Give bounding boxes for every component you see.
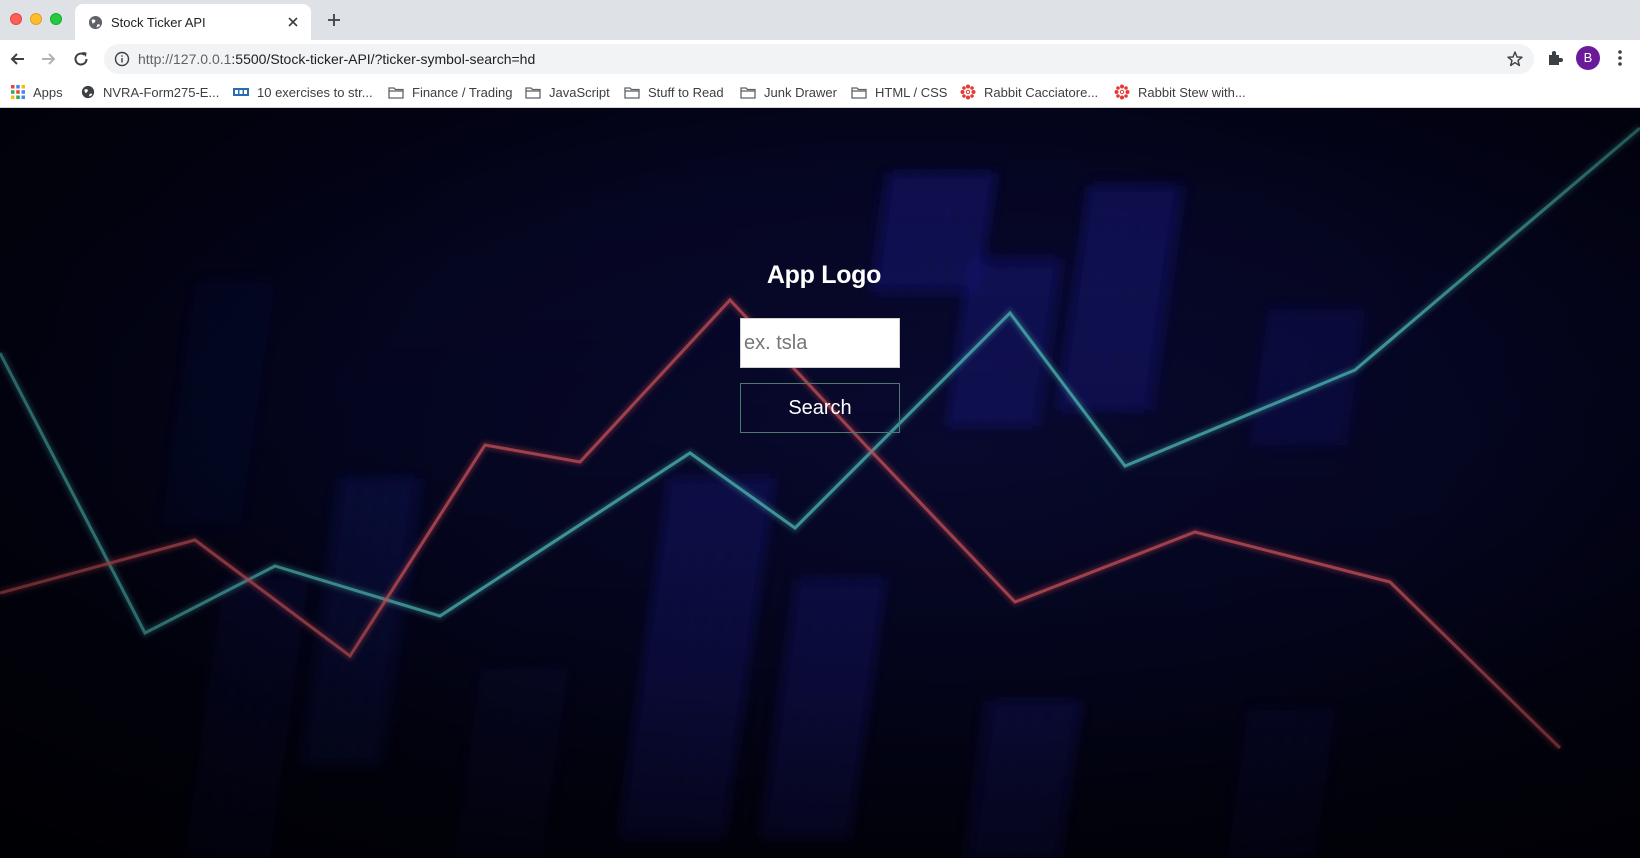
bookmark-rabbit-cacciatore[interactable]: Rabbit Cacciatore... [960,81,1098,103]
globe-icon [81,85,95,99]
bookmark-label: Apps [33,84,63,100]
folder-icon [388,86,404,99]
new-tab-icon[interactable] [326,12,342,28]
address-bar[interactable]: http://127.0.0.1:5500/Stock-ticker-API/?… [104,44,1534,74]
bookmark-label: Stuff to Read [648,84,724,100]
bookmark-label: NVRA-Form275-E... [103,84,220,100]
app-logo-text: App Logo [766,261,882,289]
minimize-window-button[interactable] [30,13,42,25]
search-button[interactable]: Search [740,383,900,433]
page-content: App Logo Search [0,108,1640,858]
bookmark-folder-junk-drawer[interactable]: Junk Drawer [740,81,837,103]
bookmark-rabbit-stew[interactable]: Rabbit Stew with... [1114,81,1246,103]
bookmark-label: 10 exercises to str... [257,84,373,100]
bookmark-label: HTML / CSS [875,84,948,100]
profile-avatar[interactable]: B [1576,46,1600,70]
bookmark-star-icon[interactable] [1506,50,1524,68]
ticker-search-input[interactable] [740,318,900,368]
close-window-button[interactable] [10,13,22,25]
tab-title: Stock Ticker API [111,15,206,30]
bookmark-folder-finance[interactable]: Finance / Trading [388,81,512,103]
globe-icon [88,15,103,30]
close-tab-icon[interactable] [285,14,301,30]
recipe-favicon-icon [960,84,976,100]
stock-chart-background-image [0,108,1640,858]
info-icon[interactable] [114,51,130,67]
recipe-favicon-icon [1114,84,1130,100]
bookmark-label: Finance / Trading [412,84,513,100]
bookmarks-bar: Apps NVRA-Form275-E... 10 exercises to s… [0,77,1640,108]
reload-icon[interactable] [71,49,91,69]
url-text[interactable]: http://127.0.0.1:5500/Stock-ticker-API/?… [138,51,535,67]
app-logo: App Logo [0,261,1640,290]
bookmark-folder-javascript[interactable]: JavaScript [525,81,610,103]
bookmark-apps[interactable]: Apps [11,81,63,103]
maximize-window-button[interactable] [50,13,62,25]
url-host: http://127.0.0.1 [138,51,232,67]
bookmark-label: Rabbit Stew with... [1138,84,1246,100]
folder-icon [624,86,640,99]
bookmark-label: Junk Drawer [764,84,837,100]
bookmark-nvra-form[interactable]: NVRA-Form275-E... [81,81,219,103]
back-arrow-icon[interactable] [8,49,28,69]
folder-icon [851,86,867,99]
bookmark-10-exercises[interactable]: 10 exercises to str... [233,81,373,103]
extensions-puzzle-icon[interactable] [1545,48,1565,68]
apps-grid-icon [11,85,25,99]
bookmark-label: Rabbit Cacciatore... [984,84,1099,100]
kebab-menu-icon[interactable] [1612,48,1628,68]
bookmark-folder-stuff-to-read[interactable]: Stuff to Read [624,81,724,103]
url-path: :5500/Stock-ticker-API/?ticker-symbol-se… [231,51,536,67]
browser-tab-active[interactable]: Stock Ticker API [75,4,311,40]
bookmark-folder-html-css[interactable]: HTML / CSS [851,81,947,103]
site-favicon-icon [233,88,249,96]
browser-tab-strip: Stock Ticker API [0,0,1640,40]
folder-icon [740,86,756,99]
bookmark-label: JavaScript [549,84,610,100]
folder-icon [525,86,541,99]
browser-toolbar: http://127.0.0.1:5500/Stock-ticker-API/?… [0,40,1640,77]
forward-arrow-icon[interactable] [38,49,58,69]
